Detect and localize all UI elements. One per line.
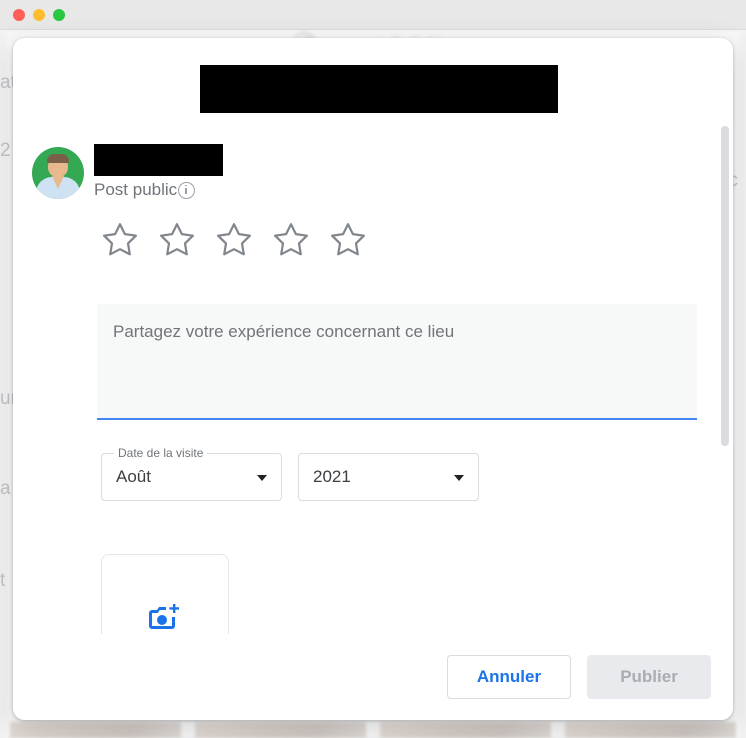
window-maximize-button[interactable]	[53, 8, 65, 21]
visit-month-select[interactable]: Date de la visite Août	[101, 446, 282, 501]
add-a-photo-icon[interactable]	[149, 604, 181, 630]
dialog-scrollbar[interactable]	[721, 126, 729, 720]
visit-month-value: Août	[116, 467, 151, 486]
backdrop-photo-thumbnail	[380, 722, 551, 738]
backdrop-photo-thumbnail	[565, 722, 736, 738]
visit-year-select[interactable]: 2021	[298, 453, 479, 501]
window-close-button[interactable]	[13, 8, 25, 21]
info-icon[interactable]	[178, 181, 196, 199]
window-titlebar	[0, 0, 746, 30]
dialog-title-redacted	[200, 65, 558, 113]
post-visibility-label: Post public	[94, 180, 178, 199]
backdrop-photo-strip	[10, 722, 736, 738]
post-visibility[interactable]: Post public	[94, 180, 196, 200]
backdrop-text-fragment: a	[0, 478, 11, 499]
backdrop-photo-thumbnail	[195, 722, 366, 738]
window-minimize-button[interactable]	[33, 8, 45, 21]
dialog-footer: Annuler Publier	[13, 634, 733, 720]
avatar	[32, 147, 84, 199]
rating-stars[interactable]	[101, 221, 367, 259]
star-outline-icon-3[interactable]	[215, 221, 253, 259]
chevron-down-icon[interactable]	[454, 475, 464, 481]
reviewer-name-redacted	[94, 144, 223, 176]
visit-year-value: 2021	[313, 467, 351, 486]
star-outline-icon-1[interactable]	[101, 221, 139, 259]
review-textarea[interactable]: Partagez votre expérience concernant ce …	[97, 304, 697, 420]
visit-date-label: Date de la visite	[114, 446, 208, 460]
backdrop-text-fragment: 2	[0, 140, 11, 161]
write-review-dialog: Post public Partagez votre expérience co…	[13, 38, 733, 720]
publish-button: Publier	[587, 655, 711, 699]
review-placeholder: Partagez votre expérience concernant ce …	[113, 322, 455, 341]
star-outline-icon-4[interactable]	[272, 221, 310, 259]
star-outline-icon-2[interactable]	[158, 221, 196, 259]
backdrop-photo-thumbnail	[10, 722, 181, 738]
star-outline-icon-5[interactable]	[329, 221, 367, 259]
cancel-button[interactable]: Annuler	[447, 655, 571, 699]
chevron-down-icon[interactable]	[257, 475, 267, 481]
backdrop-text-fragment: t	[0, 570, 6, 591]
app-window: Pa e ent 5 9 N at2unatt c5viinqo.s Post …	[0, 0, 746, 738]
dialog-scrollbar-thumb[interactable]	[721, 126, 729, 446]
avatar-hair	[47, 154, 69, 163]
